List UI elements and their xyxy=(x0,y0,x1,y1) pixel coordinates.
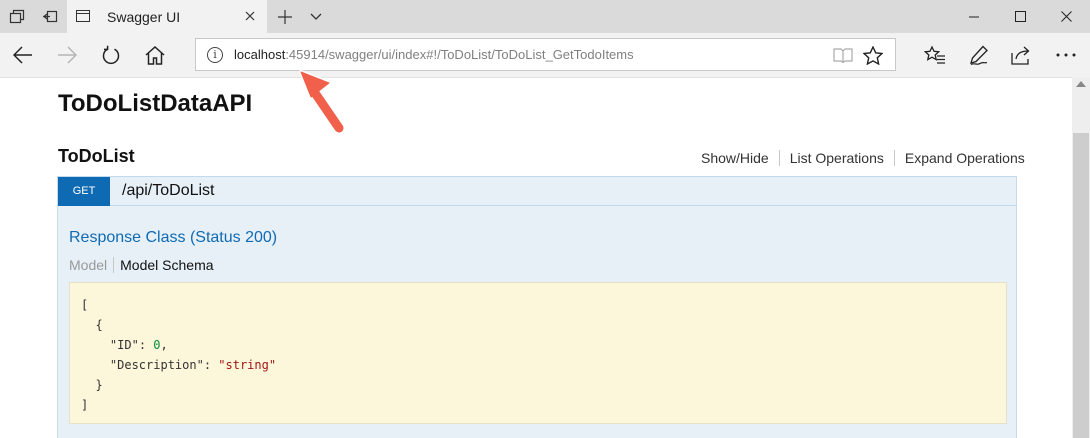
scroll-up-icon[interactable] xyxy=(1076,81,1086,87)
back-arrow-icon[interactable] xyxy=(1,33,45,77)
set-aside-tabs-icon[interactable] xyxy=(33,0,66,33)
home-icon[interactable] xyxy=(133,33,177,77)
info-icon[interactable]: i xyxy=(207,47,223,63)
json-open-bracket: [ xyxy=(81,298,89,312)
expand-operations-link[interactable]: Expand Operations xyxy=(893,150,1025,166)
model-tabs: Model Model Schema xyxy=(69,257,214,273)
tab-swagger-ui[interactable]: Swagger UI xyxy=(67,0,267,33)
url-path: :45914/swagger/ui/index#!/ToDoList/ToDoL… xyxy=(285,47,634,62)
plus-icon[interactable] xyxy=(268,0,301,33)
json-key-description: "Description" xyxy=(109,358,204,372)
page-content: ToDoListDataAPI ToDoList Show/Hide List … xyxy=(0,77,1072,438)
maximize-icon[interactable] xyxy=(997,0,1043,33)
resource-name[interactable]: ToDoList xyxy=(58,146,135,167)
scrollbar-thumb[interactable] xyxy=(1073,133,1089,438)
tab-title: Swagger UI xyxy=(107,9,181,25)
list-operations-link[interactable]: List Operations xyxy=(778,150,894,166)
api-title: ToDoListDataAPI xyxy=(58,90,253,117)
model-schema-snippet[interactable]: [ { "ID": 0, "Description": "string" } ] xyxy=(69,282,1007,424)
operation-heading[interactable]: GET /api/ToDoList xyxy=(58,177,1016,206)
json-key-id: "ID" xyxy=(109,338,139,352)
url-text[interactable]: localhost:45914/swagger/ui/index#!/ToDoL… xyxy=(234,47,634,62)
http-method-badge[interactable]: GET xyxy=(58,177,110,206)
vertical-scrollbar[interactable] xyxy=(1072,77,1090,438)
chevron-down-icon[interactable] xyxy=(299,0,332,33)
forward-arrow-icon[interactable] xyxy=(45,33,89,77)
url-host: localhost xyxy=(234,47,286,62)
json-value-id: 0 xyxy=(153,338,161,352)
navigation-bar: i localhost:45914/swagger/ui/index#!/ToD… xyxy=(0,33,1090,77)
star-icon[interactable] xyxy=(862,44,884,66)
operation-path[interactable]: /api/ToDoList xyxy=(122,182,215,200)
resource-links: Show/Hide List Operations Expand Operati… xyxy=(701,150,1025,166)
more-icon[interactable] xyxy=(1044,33,1088,77)
operation-get-todolist: GET /api/ToDoList Response Class (Status… xyxy=(57,176,1017,438)
refresh-icon[interactable] xyxy=(89,33,133,77)
minimize-icon[interactable] xyxy=(951,0,997,33)
json-value-description: "string" xyxy=(218,358,277,372)
tab-model-schema[interactable]: Model Schema xyxy=(113,257,214,273)
json-close-brace: } xyxy=(95,378,103,392)
json-close-bracket: ] xyxy=(81,398,89,412)
show-hide-link[interactable]: Show/Hide xyxy=(701,150,779,166)
favorites-hub-icon[interactable] xyxy=(913,33,957,77)
reading-view-icon[interactable] xyxy=(832,44,854,66)
share-icon[interactable] xyxy=(1000,33,1044,77)
close-icon[interactable] xyxy=(1043,0,1089,33)
response-class-heading: Response Class (Status 200) xyxy=(69,229,278,246)
close-tab-icon[interactable] xyxy=(240,6,260,26)
page-favicon-icon xyxy=(76,10,90,22)
tab-model[interactable]: Model xyxy=(69,257,113,273)
tab-preview-icon[interactable] xyxy=(0,0,33,33)
title-bar: Swagger UI xyxy=(0,0,1090,33)
json-open-brace: { xyxy=(95,318,103,332)
pen-icon[interactable] xyxy=(957,33,1001,77)
schema-code: [ { "ID": 0, "Description": "string" } ] xyxy=(81,298,277,412)
address-bar[interactable]: i localhost:45914/swagger/ui/index#!/ToD… xyxy=(195,38,896,71)
